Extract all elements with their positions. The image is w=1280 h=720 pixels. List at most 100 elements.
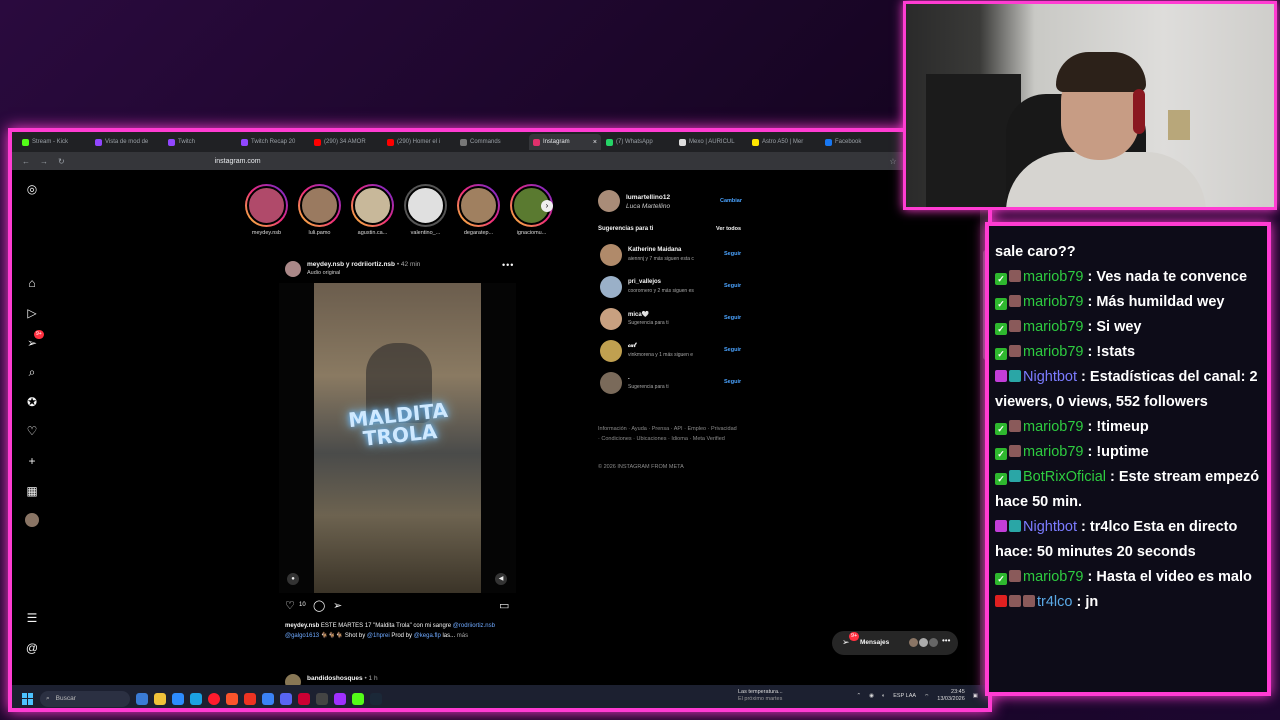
browser-tab[interactable]: (290) 34 AMOR: [310, 134, 382, 150]
mute-icon[interactable]: ◀: [495, 573, 507, 585]
chevron-up-icon[interactable]: ⌃: [857, 693, 862, 699]
browser-tab[interactable]: Facebook: [821, 134, 893, 150]
explore-icon[interactable]: ✪: [25, 395, 39, 409]
browser-tab[interactable]: Twitch: [164, 134, 236, 150]
footer-links[interactable]: Información · Ayuda · Prensa · API · Emp…: [598, 424, 738, 444]
follow-button[interactable]: Seguir: [724, 347, 741, 353]
app-icon[interactable]: [352, 692, 364, 705]
like-icon[interactable]: ♡: [285, 599, 295, 612]
messages-button[interactable]: ➢ 9+ Mensajes •••: [832, 631, 958, 655]
avatar[interactable]: [600, 308, 622, 330]
caption-tag[interactable]: @kega.flp: [414, 633, 441, 639]
comment-icon[interactable]: ◯: [313, 599, 325, 612]
avatar[interactable]: [600, 276, 622, 298]
more-options-icon[interactable]: •••: [502, 260, 514, 270]
weather-widget[interactable]: Las temperatura... El próximo martes: [738, 689, 783, 703]
next-post-username[interactable]: bandidoshosques • 1 h: [307, 675, 378, 682]
avatar[interactable]: [600, 244, 622, 266]
back-icon[interactable]: ←: [22, 157, 30, 166]
forward-icon[interactable]: →: [40, 157, 48, 166]
store-icon[interactable]: [172, 692, 184, 705]
post-audio[interactable]: Audio original: [307, 270, 340, 276]
more-options-icon[interactable]: •••: [942, 636, 950, 645]
notifications-icon[interactable]: ♡: [25, 424, 39, 438]
clock[interactable]: 23:45 13/03/2026: [937, 689, 965, 703]
post-username[interactable]: meydey.nsb y rodriiortiz.nsb • 42 min: [307, 261, 420, 268]
avatar[interactable]: [600, 340, 622, 362]
steam-icon[interactable]: [370, 692, 382, 705]
story-item[interactable]: valentino_...: [403, 184, 448, 236]
file-explorer-icon[interactable]: [154, 692, 166, 705]
bookmark-icon[interactable]: ☆: [889, 157, 896, 166]
profile-avatar[interactable]: [25, 513, 39, 527]
browser-tab[interactable]: Mexo | AURICUL: [675, 134, 747, 150]
chat-username[interactable]: mariob79: [1023, 444, 1083, 460]
chat-username[interactable]: BotRixOficial: [1023, 469, 1106, 485]
share-post-icon[interactable]: ➢: [333, 599, 342, 612]
reload-icon[interactable]: ↻: [58, 157, 65, 166]
language-indicator[interactable]: ESP LAA: [893, 693, 916, 699]
chat-username[interactable]: Nightbot: [1023, 519, 1077, 535]
follow-button[interactable]: Seguir: [724, 379, 741, 385]
create-icon[interactable]: +: [25, 454, 39, 468]
follow-button[interactable]: Seguir: [724, 315, 741, 321]
browser-tab[interactable]: Stream - Kick: [18, 134, 90, 150]
chat-username[interactable]: mariob79: [1023, 319, 1083, 335]
chat-username[interactable]: mariob79: [1023, 344, 1083, 360]
browser-tab[interactable]: Instagram ×: [529, 134, 601, 150]
instagram-logo-icon[interactable]: ◎: [25, 182, 39, 196]
suggestion-username[interactable]: mica🤍: [628, 311, 649, 318]
app-icon[interactable]: [298, 692, 310, 705]
story-item[interactable]: agustin.ca...: [350, 184, 395, 236]
taskbar-app-icon[interactable]: [136, 692, 148, 705]
caption-username[interactable]: meydey.nsb: [285, 623, 319, 629]
chat-username[interactable]: tr4lco: [1037, 594, 1072, 610]
story-item[interactable]: meydey.nsb: [244, 184, 289, 236]
caption-tag[interactable]: @1hprei: [367, 633, 390, 639]
chevron-right-icon[interactable]: ›: [541, 200, 553, 212]
network-icon[interactable]: ◉: [869, 693, 874, 699]
app-icon[interactable]: [334, 692, 346, 705]
caption-tag[interactable]: @galgo1613: [285, 633, 319, 639]
taskbar-search[interactable]: ⌕ Buscar: [40, 690, 130, 707]
see-all-button[interactable]: Ver todos: [716, 226, 741, 232]
browser-tab[interactable]: Commands: [456, 134, 528, 150]
opera-icon[interactable]: [208, 692, 220, 705]
post-avatar[interactable]: [285, 261, 301, 277]
browser-tab[interactable]: Vista de mod de: [91, 134, 163, 150]
post-media[interactable]: MALDITA TROLA ● ◀: [279, 283, 516, 593]
account-username[interactable]: lumartellino12: [626, 194, 670, 201]
follow-button[interactable]: Seguir: [724, 283, 741, 289]
story-item[interactable]: degaratep...: [456, 184, 501, 236]
avatar[interactable]: [600, 372, 622, 394]
home-icon[interactable]: ⌂: [25, 276, 39, 290]
chat-username[interactable]: mariob79: [1023, 569, 1083, 585]
suggestion-username[interactable]: Katherine Maidana: [628, 247, 681, 253]
suggestion-username[interactable]: .: [628, 375, 630, 381]
switch-account-button[interactable]: Cambiar: [720, 198, 742, 204]
app-icon[interactable]: [262, 692, 274, 705]
url-field[interactable]: instagram.com: [215, 158, 261, 165]
save-icon[interactable]: ▭: [499, 599, 509, 612]
windows-start-icon[interactable]: [22, 692, 34, 705]
suggestion-username[interactable]: pri_vallejos: [628, 279, 661, 285]
discord-icon[interactable]: [280, 692, 292, 705]
dashboard-icon[interactable]: ▦: [25, 484, 39, 498]
volume-icon[interactable]: ◐: [882, 693, 885, 699]
reels-icon[interactable]: ▷: [25, 306, 39, 320]
suggestion-username[interactable]: 𝒸𝒶𝓉: [628, 343, 636, 350]
close-icon[interactable]: ×: [593, 139, 597, 146]
follow-button[interactable]: Seguir: [724, 251, 741, 257]
chat-username[interactable]: Nightbot: [1023, 369, 1077, 385]
more-menu-icon[interactable]: ☰: [25, 611, 39, 625]
caption-tag[interactable]: @rodriiortiz.nsb: [453, 623, 495, 629]
wifi-icon[interactable]: ⌔: [924, 693, 929, 700]
browser-tab[interactable]: (290) Homer el i: [383, 134, 455, 150]
obs-icon[interactable]: [244, 692, 256, 705]
chat-username[interactable]: mariob79: [1023, 294, 1083, 310]
chat-username[interactable]: mariob79: [1023, 269, 1083, 285]
avatar[interactable]: [598, 190, 620, 212]
notification-icon[interactable]: ▣: [973, 693, 978, 699]
browser-tab[interactable]: (7) WhatsApp: [602, 134, 674, 150]
tagged-users-icon[interactable]: ●: [287, 573, 299, 585]
